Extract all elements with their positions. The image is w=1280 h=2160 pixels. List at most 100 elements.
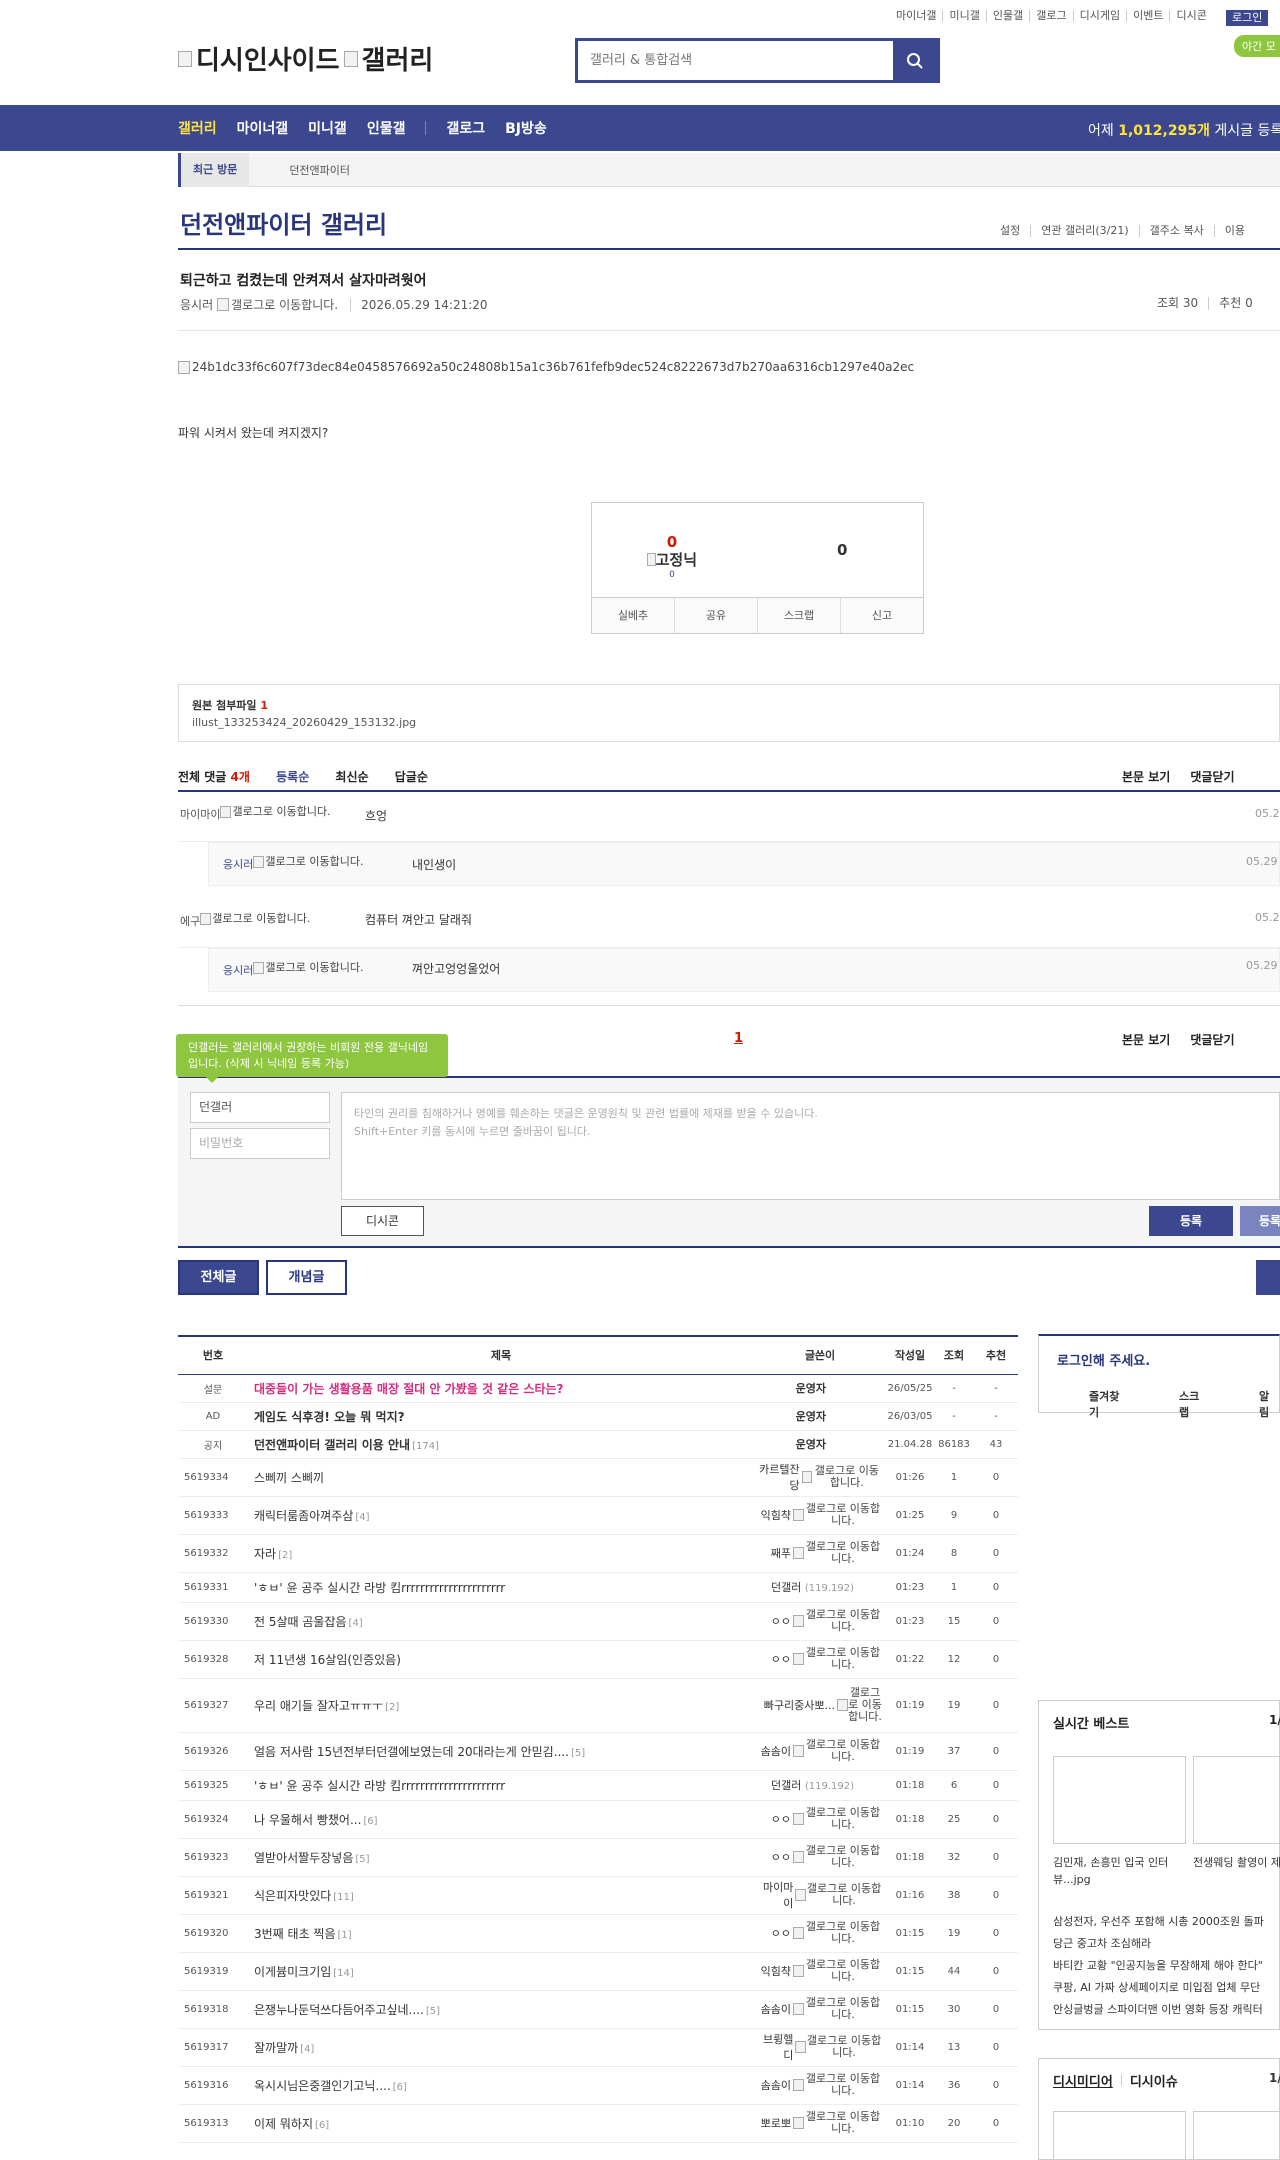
post-title[interactable]: 이제 뭐하지 <box>254 2117 313 2131</box>
recent-visit-item[interactable]: 던전앤파이터 <box>289 162 350 178</box>
reply-count[interactable]: [1] <box>338 1930 352 1941</box>
gallog-icon[interactable] <box>801 1471 812 1483</box>
reply-count[interactable]: [4] <box>355 1512 369 1523</box>
recommend-down[interactable]: 0 <box>837 541 847 559</box>
gallog-icon[interactable] <box>220 806 232 818</box>
post-row[interactable]: 5619331 'ㅎㅂ' 윤 공주 실시간 라방 킴rrrrrrrrrrrrrrr… <box>178 1572 1018 1603</box>
post-writer[interactable]: ㅇㅇ <box>771 1925 791 1941</box>
top-link[interactable]: 인물갤 <box>985 10 1029 22</box>
issue-tab[interactable]: 디시이슈 <box>1130 2075 1178 2090</box>
post-title-cell[interactable]: 'ㅎㅂ' 윤 공주 실시간 라방 킴rrrrrrrrrrrrrrrrrrrrrr <box>248 1770 754 1801</box>
post-row[interactable]: 5619332 자라 [2] 째푸 갤로그로 이동합니다. 01:24 8 0 <box>178 1534 1018 1573</box>
post-title-cell[interactable]: 3번째 태초 찍음 [1] <box>248 1914 754 1953</box>
related-gallery[interactable]: 연관 갤러리(3/21) <box>1030 225 1138 237</box>
post-title-cell[interactable]: 대중들이 가는 생활용품 매장 절대 안 가봤을 것 같은 스타는? <box>248 1374 754 1403</box>
best-thumb[interactable] <box>1193 1756 1280 1844</box>
gallog-icon[interactable] <box>793 2079 804 2091</box>
attachment-file[interactable]: illust_133253424_20260429_153132.jpg <box>192 716 1266 729</box>
post-writer[interactable]: 카르텔잔당 <box>754 1461 799 1493</box>
gallog-icon[interactable] <box>793 1615 804 1627</box>
post-title-cell[interactable]: 이게븀미크기임 [14] <box>248 1952 754 1991</box>
post-author[interactable]: 응시러 <box>180 296 213 313</box>
post-row[interactable]: 5619327 우리 애기들 잘자고ㅠㅠㅜ [2] 빠구리중사뽀... 갤로그로 이동합… <box>178 1678 1018 1733</box>
close-comments-button[interactable]: 댓글닫기 <box>1190 768 1234 785</box>
gallog-icon[interactable] <box>253 962 265 974</box>
reply-count[interactable]: [2] <box>278 1550 292 1561</box>
login-prompt[interactable]: 로그인해 주세요. <box>1057 1350 1150 1369</box>
comment-nick[interactable]: 응시러 <box>223 856 253 872</box>
media-thumb[interactable] <box>1193 2111 1280 2160</box>
top-link[interactable]: 디시게임 <box>1072 10 1126 22</box>
post-title[interactable]: 3번째 태초 찍음 <box>254 1927 336 1941</box>
post-row[interactable]: 5619334 스삐끼 스삐끼 카르텔잔당 갤로그로 이동합니다. 01:26 1 0 <box>178 1458 1018 1497</box>
nav-person[interactable]: 인물갤 <box>367 118 406 138</box>
copy-address[interactable]: 갤주소 복사 <box>1138 225 1214 237</box>
search-button[interactable] <box>893 41 937 80</box>
favorites-link[interactable]: 즐겨찾기 <box>1089 1388 1129 1420</box>
reply-count[interactable]: [174] <box>412 1441 439 1452</box>
reply-count[interactable]: [5] <box>426 2006 440 2017</box>
top-link[interactable]: 디시콘 <box>1169 10 1212 22</box>
submit-button[interactable]: 등록 <box>1149 1206 1233 1236</box>
post-title-cell[interactable]: 'ㅎㅂ' 윤 공주 실시간 라방 킴rrrrrrrrrrrrrrrrrrrrrr <box>248 1572 754 1603</box>
post-writer[interactable]: 익힘챡 <box>761 1963 791 1979</box>
post-title[interactable]: 우리 애기들 잘자고ㅠㅠㅜ <box>254 1699 383 1713</box>
gallog-icon[interactable] <box>795 2041 807 2053</box>
post-writer[interactable]: 마이마이 <box>754 1879 793 1911</box>
post-row[interactable]: 5619328 저 11년생 16살임(인증있음) ㅇㅇ 갤로그로 이동합니다. 01:… <box>178 1640 1018 1679</box>
gallog-icon[interactable] <box>217 298 230 311</box>
post-title[interactable]: 옥시시님은중갤인기고닉.... <box>254 2079 391 2093</box>
login-button[interactable]: 로그인 <box>1226 10 1269 26</box>
gallog-icon[interactable] <box>793 1965 804 1977</box>
best-item[interactable]: 삼성전자, 우선주 포함해 시총 2000조원 돌파 <box>1053 1911 1264 1933</box>
post-title[interactable]: 이게븀미크기임 <box>254 1965 331 1979</box>
post-title[interactable]: 자라 <box>254 1547 276 1561</box>
best-thumb[interactable] <box>1053 1756 1186 1844</box>
reply-count[interactable]: [14] <box>333 1968 354 1979</box>
post-writer[interactable]: 솜솜이 <box>761 2077 791 2093</box>
post-writer[interactable]: 뽀로뽀 <box>761 2115 791 2131</box>
best-item[interactable]: 쿠팡, AI 가짜 상세페이지로 미입점 업체 무단 <box>1053 1977 1264 1999</box>
post-title-cell[interactable]: 얼음 저사람 15년전부터던갤에보였는데 20대라는게 안믿김.... [5] <box>248 1732 754 1771</box>
reply-count[interactable]: [11] <box>333 1892 354 1903</box>
comment-page-1[interactable]: 1 <box>734 1031 743 1046</box>
post-title-cell[interactable]: 게임도 식후경! 오늘 뭐 먹지? <box>248 1402 754 1431</box>
sort-reply[interactable]: 답글순 <box>395 770 428 784</box>
best-item[interactable]: 안싱글벙글 스파이더맨 이번 영화 등장 캐릭터 <box>1053 1999 1264 2021</box>
post-title-cell[interactable]: 잘까말까 [4] <box>248 2028 754 2067</box>
post-row[interactable]: 5619324 나 우울해서 빵챘어... [6] ㅇㅇ 갤로그로 이동합니다. 01:1… <box>178 1800 1018 1839</box>
reply-count[interactable]: [4] <box>300 2044 314 2055</box>
post-writer[interactable]: 운영자 <box>796 1382 826 1395</box>
best-caption[interactable]: 전생웨딩 촬영이 제국시절 제목을 <box>1193 1854 1280 1871</box>
tab-concept-posts[interactable]: 개념글 <box>266 1260 347 1295</box>
reply-count[interactable]: [2] <box>385 1702 399 1713</box>
media-thumb[interactable] <box>1053 2111 1186 2160</box>
gallery-usage[interactable]: 이용 <box>1213 225 1255 237</box>
post-writer[interactable]: 운영자 <box>796 1438 826 1451</box>
view-body-button[interactable]: 본문 보기 <box>1122 768 1170 785</box>
post-title-cell[interactable]: 저 11년생 16살임(인증있음) <box>248 1640 754 1679</box>
night-mode-button[interactable]: 야간 모 <box>1234 35 1280 57</box>
dccon-button[interactable]: 디시콘 <box>341 1206 424 1236</box>
post-writer[interactable]: ㅇㅇ <box>771 1849 791 1865</box>
gallery-settings[interactable]: 설정 <box>1000 225 1030 237</box>
site-logo[interactable]: 디시인사이드 갤러리 <box>178 40 433 77</box>
post-title-cell[interactable]: 자라 [2] <box>248 1534 754 1573</box>
post-title[interactable]: 얼음 저사람 15년전부터던갤에보였는데 20대라는게 안믿김.... <box>254 1745 569 1759</box>
comment-nick[interactable]: 응시러 <box>223 962 253 978</box>
gallog-icon[interactable] <box>795 1889 807 1901</box>
comment-nick[interactable]: 마이마이 <box>180 806 220 822</box>
report-button[interactable]: 신고 <box>840 598 923 633</box>
reply-count[interactable]: [5] <box>355 1854 369 1865</box>
post-row[interactable]: 5619316 옥시시님은중갤인기고닉.... [6] 솜솜이 갤로그로 이동합니다. 0… <box>178 2066 1018 2105</box>
alarm-link[interactable]: 알림 <box>1259 1388 1279 1420</box>
view-body-button[interactable]: 본문 보기 <box>1122 1031 1170 1048</box>
nav-minor[interactable]: 마이너갤 <box>237 118 289 138</box>
sort-latest[interactable]: 최신순 <box>335 770 368 784</box>
reply-count[interactable]: [4] <box>349 1618 363 1629</box>
submit-recommend-button[interactable]: 등록 <box>1240 1206 1280 1236</box>
post-row[interactable]: 5619330 전 5살때 곰울잡음 [4] ㅇㅇ 갤로그로 이동합니다. 01:23 15… <box>178 1602 1018 1641</box>
gallog-icon[interactable] <box>793 1813 804 1825</box>
post-title[interactable]: 식은피자맛있다 <box>254 1889 331 1903</box>
gallog-icon[interactable] <box>793 2003 804 2015</box>
